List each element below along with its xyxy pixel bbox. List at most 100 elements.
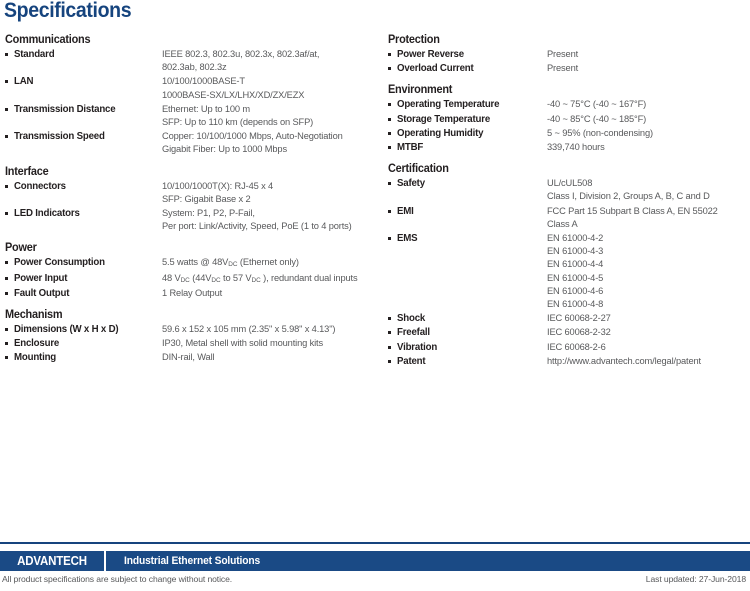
square-bullet-icon [5,75,14,84]
footer-brand-bar: ADVANTECH Industrial Ethernet Solutions [0,551,750,571]
square-bullet-icon [388,127,397,135]
section-title: Certification [388,163,449,176]
spec-label: Connectors [14,180,66,192]
spec-row: Operating Temperature -40 ~ 75°C (-40 ~ 1… [388,98,750,111]
spec-row: Power Consumption 5.5 watts @ 48VDC (Ethe… [5,256,380,270]
spec-row: Storage Temperature -40 ~ 85°C (-40 ~ 185… [388,113,750,126]
section-title: Communications [5,34,91,46]
right-column: Protection Power Reverse Present Overload C… [388,34,750,377]
square-bullet-icon [5,272,14,280]
spec-label: Vibration [397,341,438,353]
spec-value: 59.6 x 152 x 105 mm (2.35" x 5.98" x 4.1… [162,324,336,336]
spec-section: Communications Standard IEEE 802.3, 802.3u… [5,34,380,157]
square-bullet-icon [5,207,14,216]
square-bullet-icon [388,341,397,349]
square-bullet-icon [388,205,397,213]
section-title: Interface [5,165,49,178]
spec-row: Patent http://www.advantech.com/legal/pat… [388,355,750,368]
spec-value: -40 ~ 75°C (-40 ~ 167°F) [547,99,647,111]
spec-row: Overload Current Present [388,62,750,75]
square-bullet-icon [388,62,397,71]
square-bullet-icon [388,312,397,321]
square-bullet-icon [5,351,14,360]
spec-value: DIN-rail, Wall [162,352,215,364]
square-bullet-icon [5,130,14,139]
square-bullet-icon [388,98,397,107]
spec-label: LAN [14,76,34,88]
spec-section: Interface Connectors 10/100/1000T(X): RJ-4… [5,166,380,234]
spec-value: System: P1, P2, P-Fail, Per port: Link/A… [162,208,352,233]
spec-value: IEC 60068-2-6 [547,341,606,353]
spec-label: Safety [397,178,425,190]
spec-label: Overload Current [397,63,474,75]
spec-label: Patent [397,355,426,367]
spec-value: Ethernet: Up to 100 m SFP: Up to 110 km … [162,103,314,129]
spec-label: Transmission Distance [14,103,116,115]
spec-value: Copper: 10/100/1000 Mbps, Auto-Negotiati… [162,131,343,156]
square-bullet-icon [5,287,14,295]
spec-row: Mounting DIN-rail, Wall [5,351,380,364]
spec-row: Operating Humidity 5 ~ 95% (non-condensin… [388,127,750,140]
spec-label: Shock [397,313,426,325]
square-bullet-icon [388,141,397,150]
section-title: Mechanism [5,309,63,322]
square-bullet-icon [388,232,397,241]
footer-divider-rule [0,542,750,544]
spec-label: EMI [397,205,414,217]
square-bullet-icon [388,355,397,363]
left-column: Communications Standard IEEE 802.3, 802.3u… [5,34,380,374]
square-bullet-icon [5,48,14,56]
logo-divider [104,551,106,571]
spec-value: IEC 60068-2-27 [547,313,611,325]
square-bullet-icon [5,180,14,188]
spec-value: IEEE 802.3, 802.3u, 802.3x, 802.3af/at, … [162,49,320,74]
square-bullet-icon [388,326,397,335]
spec-row: Shock IEC 60068-2-27 [388,312,750,325]
spec-value: IP30, Metal shell with solid mounting ki… [162,338,323,350]
spec-row: Dimensions (W x H x D) 59.6 x 152 x 105 m… [5,323,380,336]
spec-row: Vibration IEC 60068-2-6 [388,341,750,354]
spec-label: Operating Humidity [397,127,484,139]
spec-section: Protection Power Reverse Present Overload C… [388,34,750,75]
spec-label: Mounting [14,352,57,364]
spec-value: UL/cUL508 Class I, Division 2, Groups A,… [547,178,710,203]
spec-row: Freefall IEC 60068-2-32 [388,326,750,339]
square-bullet-icon [5,337,14,346]
spec-label: Dimensions (W x H x D) [14,324,119,336]
spec-value: Present [547,63,579,75]
square-bullet-icon [5,256,14,265]
spec-label: LED Indicators [14,208,80,220]
spec-row: Connectors 10/100/1000T(X): RJ-45 x 4 SFP… [5,180,380,206]
spec-value: 1 Relay Output [162,287,223,299]
spec-label: Power Reverse [397,49,464,60]
spec-label: Fault Output [14,287,70,299]
spec-label: Operating Temperature [397,99,500,111]
spec-value: FCC Part 15 Subpart B Class A, EN 55022 … [547,205,718,230]
spec-value: 5 ~ 95% (non-condensing) [547,127,653,139]
spec-label: Enclosure [14,338,60,350]
spec-label: EMS [397,233,418,245]
section-title: Power [5,242,37,255]
spec-row: Transmission Distance Ethernet: Up to 100… [5,103,380,129]
spec-row: Fault Output 1 Relay Output [5,287,380,300]
spec-section: Environment Operating Temperature -40 ~ 75… [388,84,750,154]
spec-label: Standard [14,49,55,60]
spec-label: Storage Temperature [397,113,491,125]
section-title: Environment [388,84,453,97]
spec-value: 339,740 hours [547,142,605,154]
advantech-logo: ADVANTECH [17,554,87,568]
spec-value: http://www.advantech.com/legal/patent [547,355,701,367]
spec-value: 10/100/1000T(X): RJ-45 x 4 SFP: Gigabit … [162,180,274,205]
spec-row: EMS EN 61000-4-2 EN 61000-4-3 EN 61000-4-… [388,232,750,311]
page-title: Specifications [4,0,132,22]
spec-row: Transmission Speed Copper: 10/100/1000 Mb… [5,130,380,156]
spec-row: Power Input 48 VDC (44VDC to 57 VDC ), re… [5,272,380,286]
square-bullet-icon [388,48,397,56]
spec-value: -40 ~ 85°C (-40 ~ 185°F) [547,113,647,125]
spec-value: EN 61000-4-2 EN 61000-4-3 EN 61000-4-4 E… [547,233,604,311]
spec-section: Mechanism Dimensions (W x H x D) 59.6 x 15… [5,309,380,365]
spec-row: Enclosure IP30, Metal shell with solid mo… [5,337,380,350]
spec-value: 5.5 watts @ 48VDC (Ethernet only) [162,257,299,269]
footer-disclaimer: All product specifications are subject t… [2,574,233,584]
section-title: Protection [388,34,440,46]
